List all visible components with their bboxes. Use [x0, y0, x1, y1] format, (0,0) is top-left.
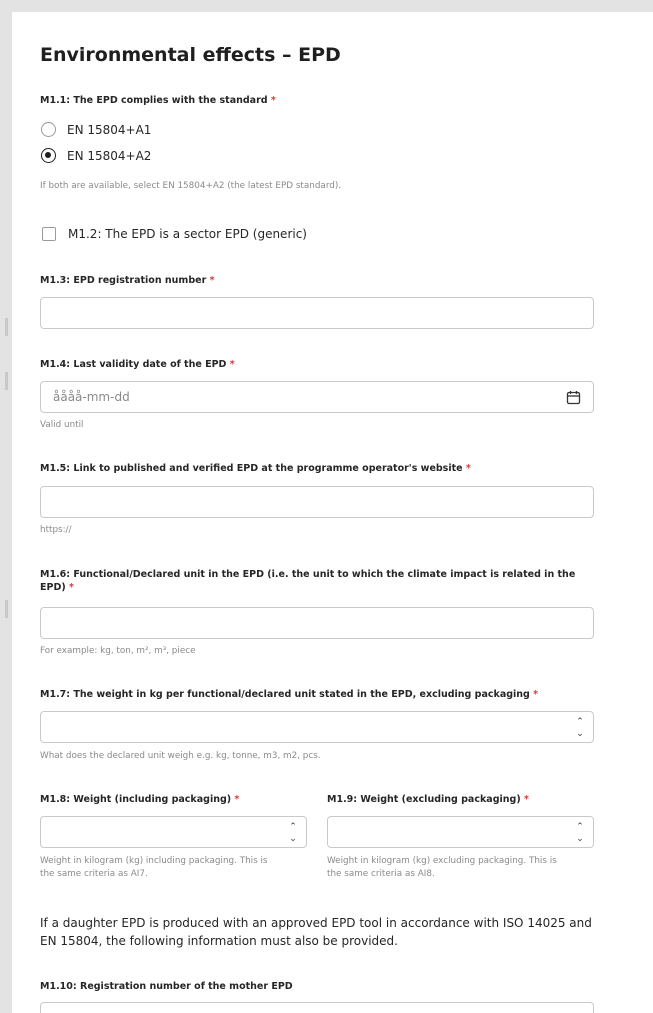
epd-registration-number-input[interactable] [40, 297, 594, 329]
radio-label: EN 15804+A2 [67, 148, 152, 163]
daughter-epd-info: If a daughter EPD is produced with an ap… [40, 916, 592, 948]
required-marker: * [229, 359, 235, 370]
radio-label: EN 15804+A1 [67, 122, 152, 137]
m1-1-label: M1.1: The EPD complies with the standard… [40, 95, 276, 106]
radio-option-en15804-a2[interactable]: EN 15804+A2 [41, 148, 151, 163]
required-marker: * [69, 582, 74, 593]
scroll-edge-mark [5, 318, 8, 336]
number-spinner[interactable]: ⌃ ⌄ [575, 716, 585, 740]
page-left-border [0, 0, 12, 1013]
chevron-up-icon[interactable]: ⌃ [575, 821, 585, 833]
date-placeholder: åååå-mm-dd [53, 390, 130, 404]
m1-8-label: M1.8: Weight (including packaging) * [40, 794, 240, 805]
functional-unit-input[interactable] [40, 607, 594, 639]
number-spinner[interactable]: ⌃ ⌄ [575, 821, 585, 845]
m1-3-label: M1.3: EPD registration number * [40, 275, 215, 286]
sector-epd-checkbox-row[interactable]: M1.2: The EPD is a sector EPD (generic) [42, 227, 307, 241]
m1-1-hint: If both are available, select EN 15804+A… [40, 181, 342, 191]
m1-9-hint: Weight in kilogram (kg) excluding packag… [327, 856, 557, 879]
chevron-up-icon[interactable]: ⌃ [288, 821, 298, 833]
required-marker: * [533, 689, 539, 700]
mother-epd-registration-input[interactable] [40, 1002, 594, 1013]
required-marker: * [209, 275, 215, 286]
validity-date-input[interactable]: åååå-mm-dd [40, 381, 594, 413]
m1-6-label: M1.6: Functional/Declared unit in the EP… [40, 569, 576, 593]
radio-button[interactable] [41, 122, 56, 137]
m1-4-hint: Valid until [40, 420, 84, 430]
chevron-up-icon[interactable]: ⌃ [575, 716, 585, 728]
required-marker: * [234, 794, 240, 805]
page-title: Environmental effects – EPD [40, 44, 341, 66]
weight-per-unit-input[interactable]: ⌃ ⌄ [40, 711, 594, 743]
radio-option-en15804-a1[interactable]: EN 15804+A1 [41, 122, 151, 137]
required-marker: * [270, 95, 276, 106]
m1-4-label: M1.4: Last validity date of the EPD * [40, 359, 235, 370]
m1-7-hint: What does the declared unit weigh e.g. k… [40, 751, 321, 761]
m1-6-hint: For example: kg, ton, m², m³, piece [40, 646, 196, 656]
sector-epd-checkbox[interactable] [42, 227, 56, 241]
m1-5-hint: https:// [40, 525, 72, 535]
m1-7-label: M1.7: The weight in kg per functional/de… [40, 689, 539, 700]
chevron-down-icon[interactable]: ⌄ [575, 833, 585, 845]
page-top-border [0, 0, 653, 12]
m1-10-label: M1.10: Registration number of the mother… [40, 981, 293, 992]
radio-button-selected[interactable] [41, 148, 56, 163]
required-marker: * [465, 463, 471, 474]
calendar-icon[interactable] [566, 390, 581, 405]
required-marker: * [523, 794, 529, 805]
scroll-edge-mark [5, 600, 8, 618]
chevron-down-icon[interactable]: ⌄ [575, 728, 585, 740]
weight-excluding-packaging-input[interactable]: ⌃ ⌄ [327, 816, 594, 848]
chevron-down-icon[interactable]: ⌄ [288, 833, 298, 845]
m1-5-label: M1.5: Link to published and verified EPD… [40, 463, 471, 474]
checkbox-label: M1.2: The EPD is a sector EPD (generic) [68, 227, 307, 241]
epd-link-input[interactable] [40, 486, 594, 518]
m1-9-label: M1.9: Weight (excluding packaging) * [327, 794, 529, 805]
weight-including-packaging-input[interactable]: ⌃ ⌄ [40, 816, 307, 848]
scroll-edge-mark [5, 372, 8, 390]
number-spinner[interactable]: ⌃ ⌄ [288, 821, 298, 845]
m1-8-hint: Weight in kilogram (kg) including packag… [40, 856, 268, 879]
